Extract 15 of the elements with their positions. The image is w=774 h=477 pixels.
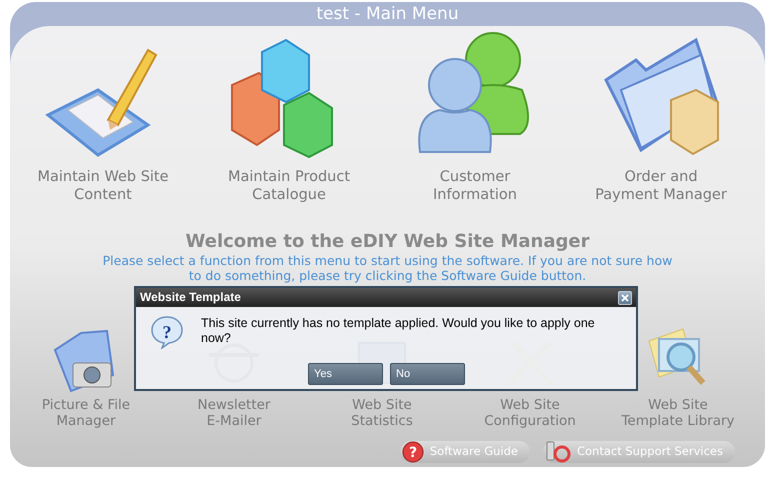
help-icon: ? [402, 441, 424, 463]
menu-option[interactable]: Maintain Web Site Content [10, 30, 196, 204]
menu-option[interactable]: Maintain Product Catalogue [196, 30, 382, 204]
help-button[interactable]: ? Software Guide [400, 441, 530, 463]
menu-option[interactable]: Order and Payment Manager [568, 30, 754, 204]
dialog-title: Website Template [140, 289, 241, 306]
welcome-text: Please select a function from this menu to start using the software. If you are not sure how to do something, please try clicking the Software Guide button. [102, 253, 674, 283]
menu-option[interactable]: Customer Information [382, 30, 568, 204]
window-title: test - Main Menu [316, 3, 459, 26]
welcome-heading: Welcome to the eDIY Web Site Manager [186, 232, 590, 252]
dialog-button[interactable]: Yes [308, 363, 383, 385]
dialog-button[interactable]: No [390, 363, 465, 385]
question-icon: ? [150, 315, 184, 349]
menu-option[interactable]: Web Site Template Library [604, 325, 752, 435]
dialog-message: This site currently has no template applied. Would you like to apply one now? [201, 316, 596, 346]
